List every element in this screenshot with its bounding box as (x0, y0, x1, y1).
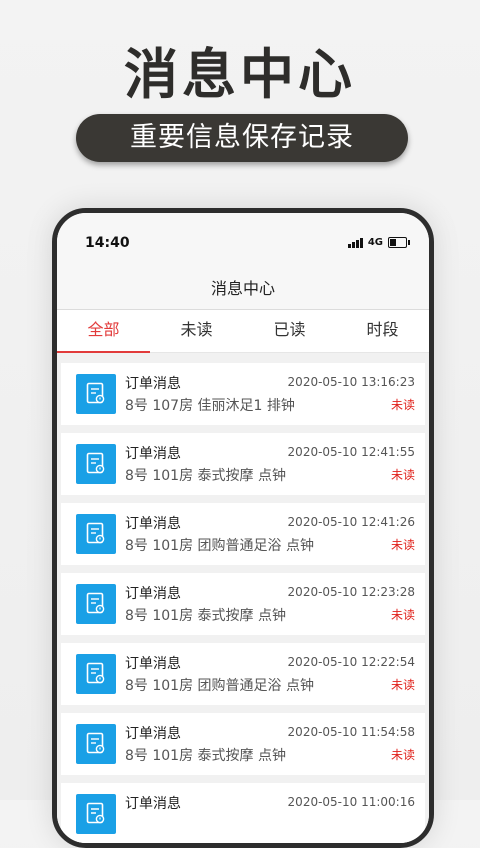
message-item[interactable]: 订单消息 2020-05-10 12:23:28 8号 101房 泰式按摩 点钟… (61, 573, 425, 635)
unread-badge: 未读 (390, 468, 415, 482)
message-title: 订单消息 (125, 796, 181, 812)
message-item[interactable]: 订单消息 2020-05-10 12:22:54 8号 101房 团购普通足浴 … (61, 643, 425, 705)
message-title: 订单消息 (125, 726, 181, 742)
nav-bar: 消息中心 (57, 263, 429, 310)
message-time: 2020-05-10 13:16:23 (287, 375, 415, 389)
tab-bar: 全部 未读 已读 时段 (57, 310, 429, 353)
message-body: 8号 101房 泰式按摩 点钟 (125, 748, 286, 764)
promo-title: 消息中心 (124, 43, 356, 106)
message-title: 订单消息 (125, 656, 181, 672)
message-time: 2020-05-10 12:23:28 (287, 585, 415, 599)
message-title: 订单消息 (125, 446, 181, 462)
tab-unread[interactable]: 未读 (150, 310, 243, 352)
page-title: 消息中心 (210, 279, 275, 298)
document-icon (76, 654, 116, 694)
unread-badge: 未读 (390, 538, 415, 552)
document-icon (76, 794, 116, 834)
message-item[interactable]: 订单消息 2020-05-10 11:54:58 8号 101房 泰式按摩 点钟… (61, 713, 425, 775)
message-title: 订单消息 (125, 376, 181, 392)
tab-all[interactable]: 全部 (57, 310, 150, 353)
message-body: 8号 101房 团购普通足浴 点钟 (125, 538, 314, 554)
message-item[interactable]: 订单消息 2020-05-10 12:41:26 8号 101房 团购普通足浴 … (61, 503, 425, 565)
status-time: 14:40 (85, 235, 130, 251)
tab-read[interactable]: 已读 (243, 310, 336, 352)
unread-badge: 未读 (390, 748, 415, 762)
unread-badge: 未读 (390, 678, 415, 692)
message-time: 2020-05-10 12:41:55 (287, 445, 415, 459)
document-icon (76, 444, 116, 484)
battery-icon (388, 236, 410, 248)
document-icon (76, 514, 116, 554)
document-icon (76, 724, 116, 764)
document-icon (76, 584, 116, 624)
document-icon (76, 374, 116, 414)
tab-time-period[interactable]: 时段 (336, 310, 429, 352)
promo-subtitle-banner: 重要信息保存记录 (76, 114, 408, 162)
status-bar: 14:40 4G (57, 213, 429, 263)
message-item[interactable]: 订单消息 2020-05-10 12:41:55 8号 101房 泰式按摩 点钟… (61, 433, 425, 495)
status-indicators: 4G (347, 235, 410, 249)
network-label: 4G (367, 236, 383, 248)
message-body: 8号 101房 团购普通足浴 点钟 (125, 678, 314, 694)
phone-frame: 14:40 4G 消息中心 全部 未读 已读 时段 订单消息 2020-05-1… (52, 208, 434, 848)
message-body: 8号 101房 泰式按摩 点钟 (125, 468, 286, 484)
message-time: 2020-05-10 11:00:16 (287, 795, 415, 809)
unread-badge: 未读 (390, 398, 415, 412)
message-item[interactable]: 订单消息 2020-05-10 11:00:16 (61, 783, 425, 843)
message-body: 8号 101房 泰式按摩 点钟 (125, 608, 286, 624)
message-time: 2020-05-10 12:41:26 (287, 515, 415, 529)
signal-icon (347, 237, 364, 248)
message-title: 订单消息 (125, 516, 181, 532)
message-list[interactable]: 订单消息 2020-05-10 13:16:23 8号 107房 佳丽沐足1 排… (57, 353, 429, 843)
message-time: 2020-05-10 11:54:58 (287, 725, 415, 739)
message-item[interactable]: 订单消息 2020-05-10 13:16:23 8号 107房 佳丽沐足1 排… (61, 363, 425, 425)
message-body: 8号 107房 佳丽沐足1 排钟 (125, 398, 295, 414)
unread-badge: 未读 (390, 608, 415, 622)
message-time: 2020-05-10 12:22:54 (287, 655, 415, 669)
message-title: 订单消息 (125, 586, 181, 602)
